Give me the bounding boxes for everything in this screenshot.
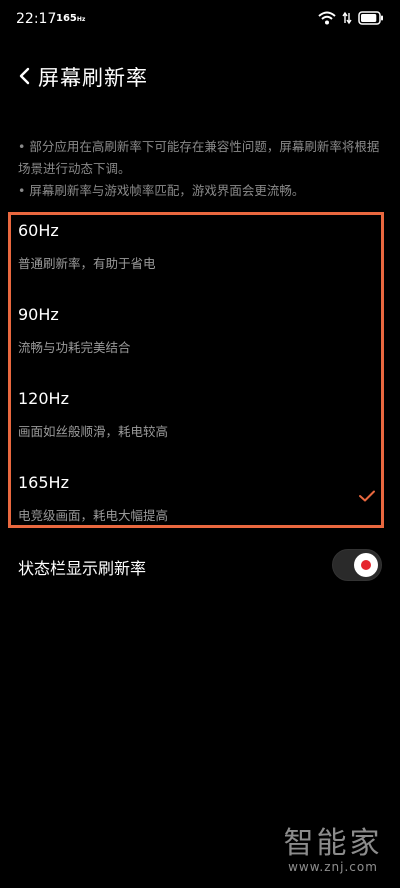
header: 屏幕刷新率: [0, 56, 400, 100]
back-button[interactable]: [14, 64, 34, 88]
watermark-brand: 智能家: [283, 826, 383, 861]
data-arrows-icon: [342, 11, 352, 25]
checkmark-icon: [359, 490, 375, 502]
battery-icon: [358, 11, 383, 25]
toggle-knob: [354, 553, 378, 577]
rate-label: 90Hz: [18, 305, 59, 324]
note-1: • 部分应用在高刷新率下可能存在兼容性问题，屏幕刷新率将根据场景进行动态下调。: [18, 139, 380, 176]
note-2: • 屏幕刷新率与游戏帧率匹配，游戏界面会更流畅。: [18, 183, 305, 198]
status-time: 22:17: [16, 11, 57, 27]
rate-label: 60Hz: [18, 221, 59, 240]
rate-option-60hz[interactable]: 60Hz 普通刷新率，有助于省电: [18, 221, 378, 281]
wifi-icon: [318, 11, 336, 25]
status-bar-refresh-toggle-row: 状态栏显示刷新率: [0, 545, 400, 589]
rate-label: 165Hz: [18, 473, 69, 492]
refresh-rate-badge: 165Hz: [56, 13, 86, 24]
rate-option-120hz[interactable]: 120Hz 画面如丝般顺滑，耗电较高: [18, 389, 378, 449]
rate-option-165hz[interactable]: 165Hz 电竞级画面，耗电大幅提高: [18, 473, 378, 533]
toggle-dot: [361, 560, 371, 570]
page-title: 屏幕刷新率: [38, 66, 148, 90]
rate-desc: 电竞级画面，耗电大幅提高: [18, 508, 169, 523]
rate-option-90hz[interactable]: 90Hz 流畅与功耗完美结合: [18, 305, 378, 365]
status-bar-refresh-toggle[interactable]: [332, 549, 382, 581]
toggle-label: 状态栏显示刷新率: [18, 559, 147, 578]
rate-label: 120Hz: [18, 389, 69, 408]
watermark: 智能家 www.znj.com: [278, 818, 388, 874]
watermark-url: www.znj.com: [288, 860, 378, 874]
rate-desc: 画面如丝般顺滑，耗电较高: [18, 424, 169, 439]
rate-desc: 普通刷新率，有助于省电: [18, 256, 156, 271]
chevron-left-icon: [19, 67, 30, 85]
status-bar: 22:17 165Hz: [0, 0, 400, 42]
notes: • 部分应用在高刷新率下可能存在兼容性问题，屏幕刷新率将根据场景进行动态下调。 …: [18, 136, 384, 202]
refresh-rate-list: 60Hz 普通刷新率，有助于省电 90Hz 流畅与功耗完美结合 120Hz 画面…: [8, 212, 384, 528]
rate-desc: 流畅与功耗完美结合: [18, 340, 131, 355]
status-icons: [318, 11, 384, 25]
